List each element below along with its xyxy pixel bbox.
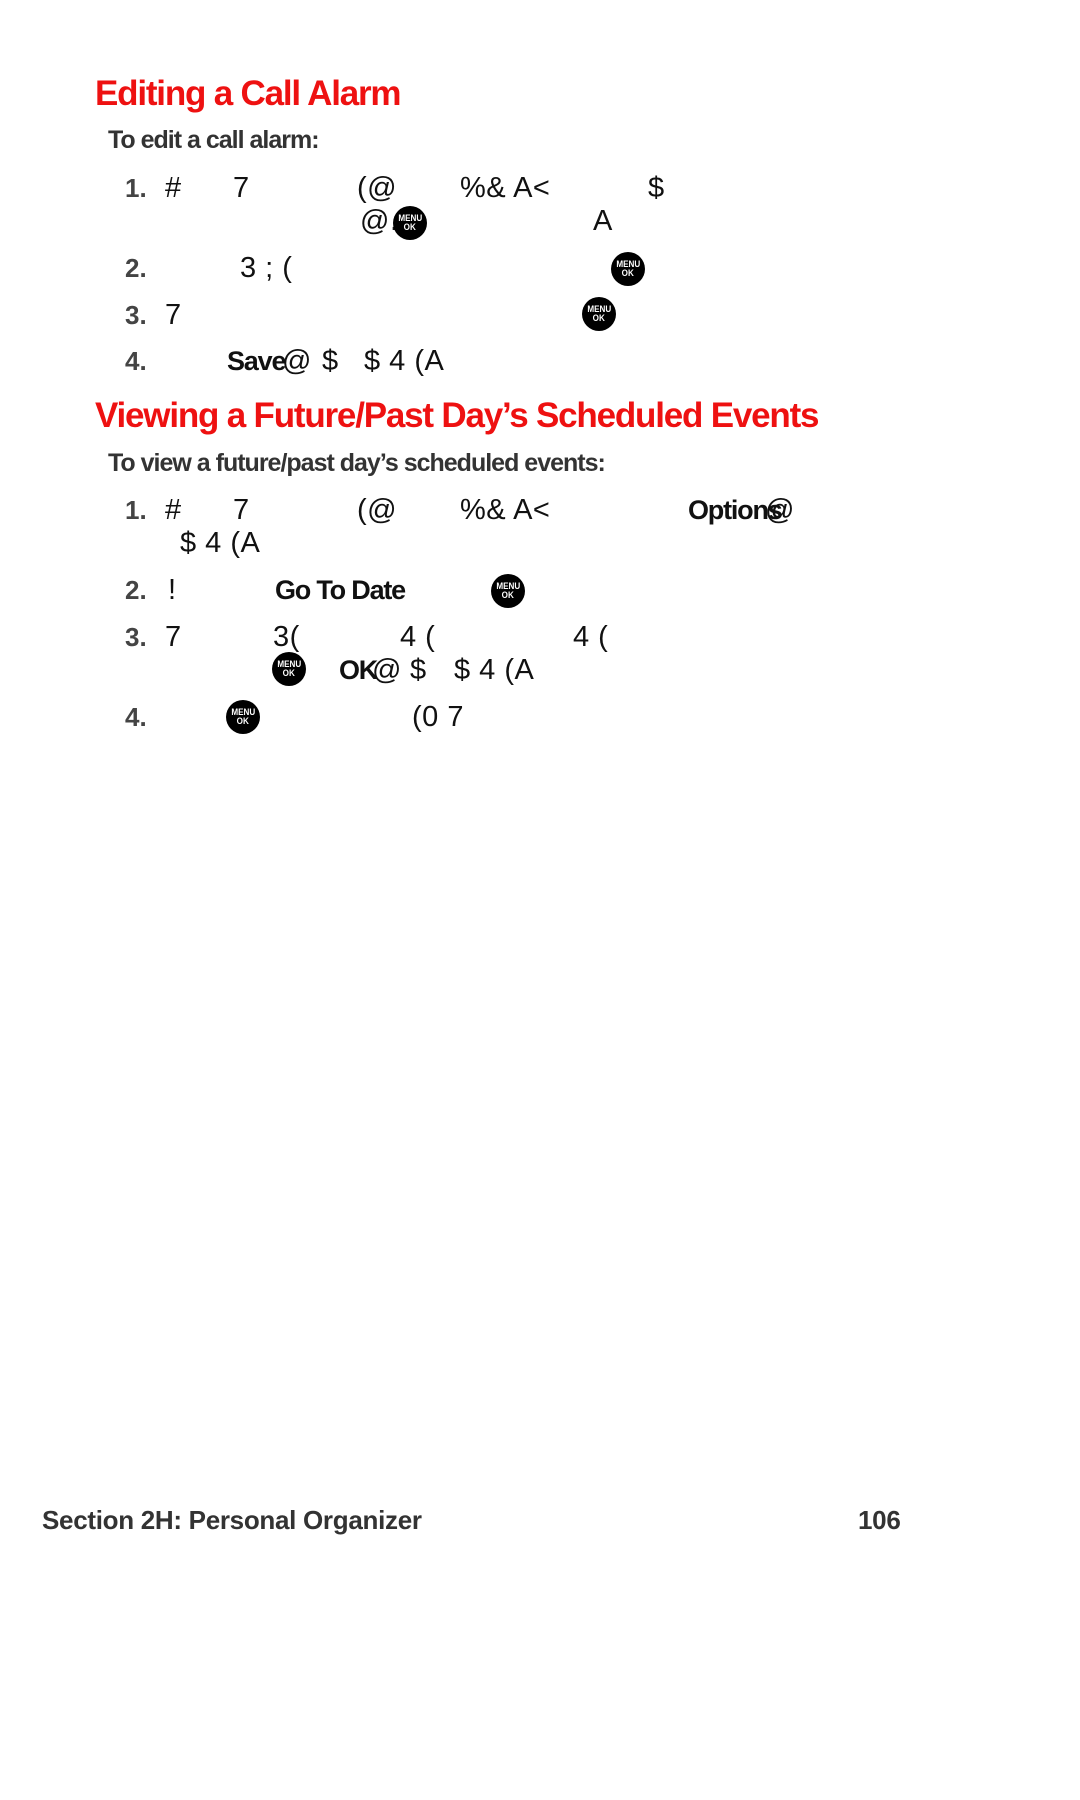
step-text-fragment: @	[372, 654, 402, 686]
step-text-fragment: 7	[165, 299, 182, 331]
step-text-fragment: A	[593, 205, 613, 237]
step-text-fragment: (@	[357, 172, 398, 204]
step-text-fragment: 3(	[273, 621, 300, 653]
section-heading-viewing-scheduled-events: Viewing a Future/Past Day’s Scheduled Ev…	[95, 396, 819, 435]
step-text-fragment: 7	[165, 621, 182, 653]
step-text-fragment: $ 4 (A	[454, 654, 535, 686]
footer-page-number: 106	[858, 1505, 901, 1535]
step-number: 4.	[125, 702, 147, 732]
step-text-fragment: @	[282, 345, 312, 377]
step-text-fragment: %& A<	[460, 172, 551, 204]
step-text-fragment: #	[165, 494, 182, 526]
step-number: 3.	[125, 622, 147, 652]
step-text-fragment: (@	[357, 494, 398, 526]
step-text-fragment: !	[168, 574, 177, 606]
step-text-fragment: 4 (	[400, 621, 436, 653]
step-number: 2.	[125, 575, 147, 605]
menu-ok-label-bottom: OK	[592, 313, 606, 323]
menu-ok-label-bottom: OK	[621, 268, 635, 278]
step-text-fragment: %& A<	[460, 494, 551, 526]
step-number: 2.	[125, 253, 147, 283]
menu-ok-key-icon: MENU OK	[491, 574, 525, 608]
go-to-date-menu-label: Go To Date	[275, 575, 406, 605]
menu-ok-label-bottom: OK	[282, 668, 296, 678]
step-text-fragment: 7	[233, 494, 250, 526]
step-number: 1.	[125, 173, 147, 203]
step-number: 4.	[125, 346, 147, 376]
step-text-fragment: #	[165, 172, 182, 204]
section-subheading: To edit a call alarm:	[108, 126, 320, 154]
footer-section-label: Section 2H: Personal Organizer	[42, 1505, 422, 1535]
section-subheading: To view a future/past day’s scheduled ev…	[108, 449, 606, 477]
step-text-fragment: 3 ; (	[240, 252, 293, 284]
menu-ok-key-icon: MENU OK	[393, 206, 427, 240]
step-text-fragment: 7	[233, 172, 250, 204]
step-text-fragment: $	[648, 172, 665, 204]
menu-ok-key-icon: MENU OK	[226, 700, 260, 734]
step-text-fragment: $	[410, 654, 427, 686]
menu-ok-key-icon: MENU OK	[272, 652, 306, 686]
save-softkey-label: Save	[227, 346, 286, 376]
section-heading-editing-call-alarm: Editing a Call Alarm	[95, 74, 402, 113]
menu-ok-label-bottom: OK	[236, 716, 250, 726]
step-text-fragment: $ 4 (A	[180, 527, 261, 559]
step-number: 1.	[125, 495, 147, 525]
step-text-fragment: $ 4 (A	[364, 345, 445, 377]
step-text-fragment: (0 7	[412, 701, 464, 733]
menu-ok-key-icon: MENU OK	[611, 252, 645, 286]
step-text-fragment: 4 (	[573, 621, 609, 653]
step-text-fragment: $	[322, 345, 339, 377]
menu-ok-key-icon: MENU OK	[582, 297, 616, 331]
menu-ok-label-bottom: OK	[403, 222, 417, 232]
menu-ok-label-bottom: OK	[501, 590, 515, 600]
step-text-fragment: @	[765, 494, 795, 526]
step-number: 3.	[125, 300, 147, 330]
